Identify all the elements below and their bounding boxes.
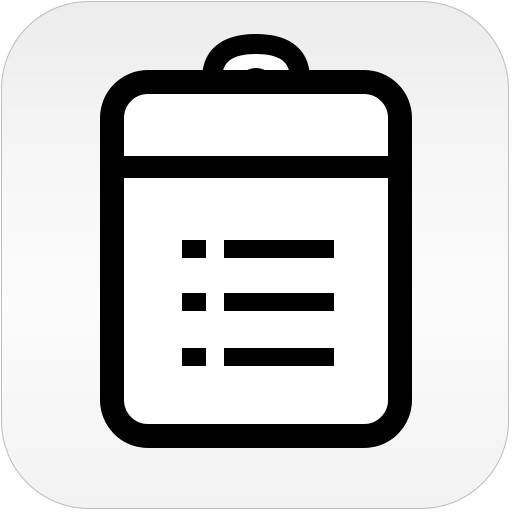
app-icon[interactable] (1, 1, 509, 509)
clipboard-checklist-icon (100, 34, 412, 448)
checklist-line-2 (224, 293, 334, 311)
clipboard-board (100, 70, 412, 448)
stage (0, 0, 512, 512)
checklist-line-3 (224, 348, 334, 366)
checklist-bullet-1 (182, 240, 206, 258)
checklist-bullet-3 (182, 348, 206, 366)
clipboard-header-divider (112, 156, 400, 178)
checklist-bullet-2 (182, 293, 206, 311)
checklist-line-1 (224, 240, 334, 258)
